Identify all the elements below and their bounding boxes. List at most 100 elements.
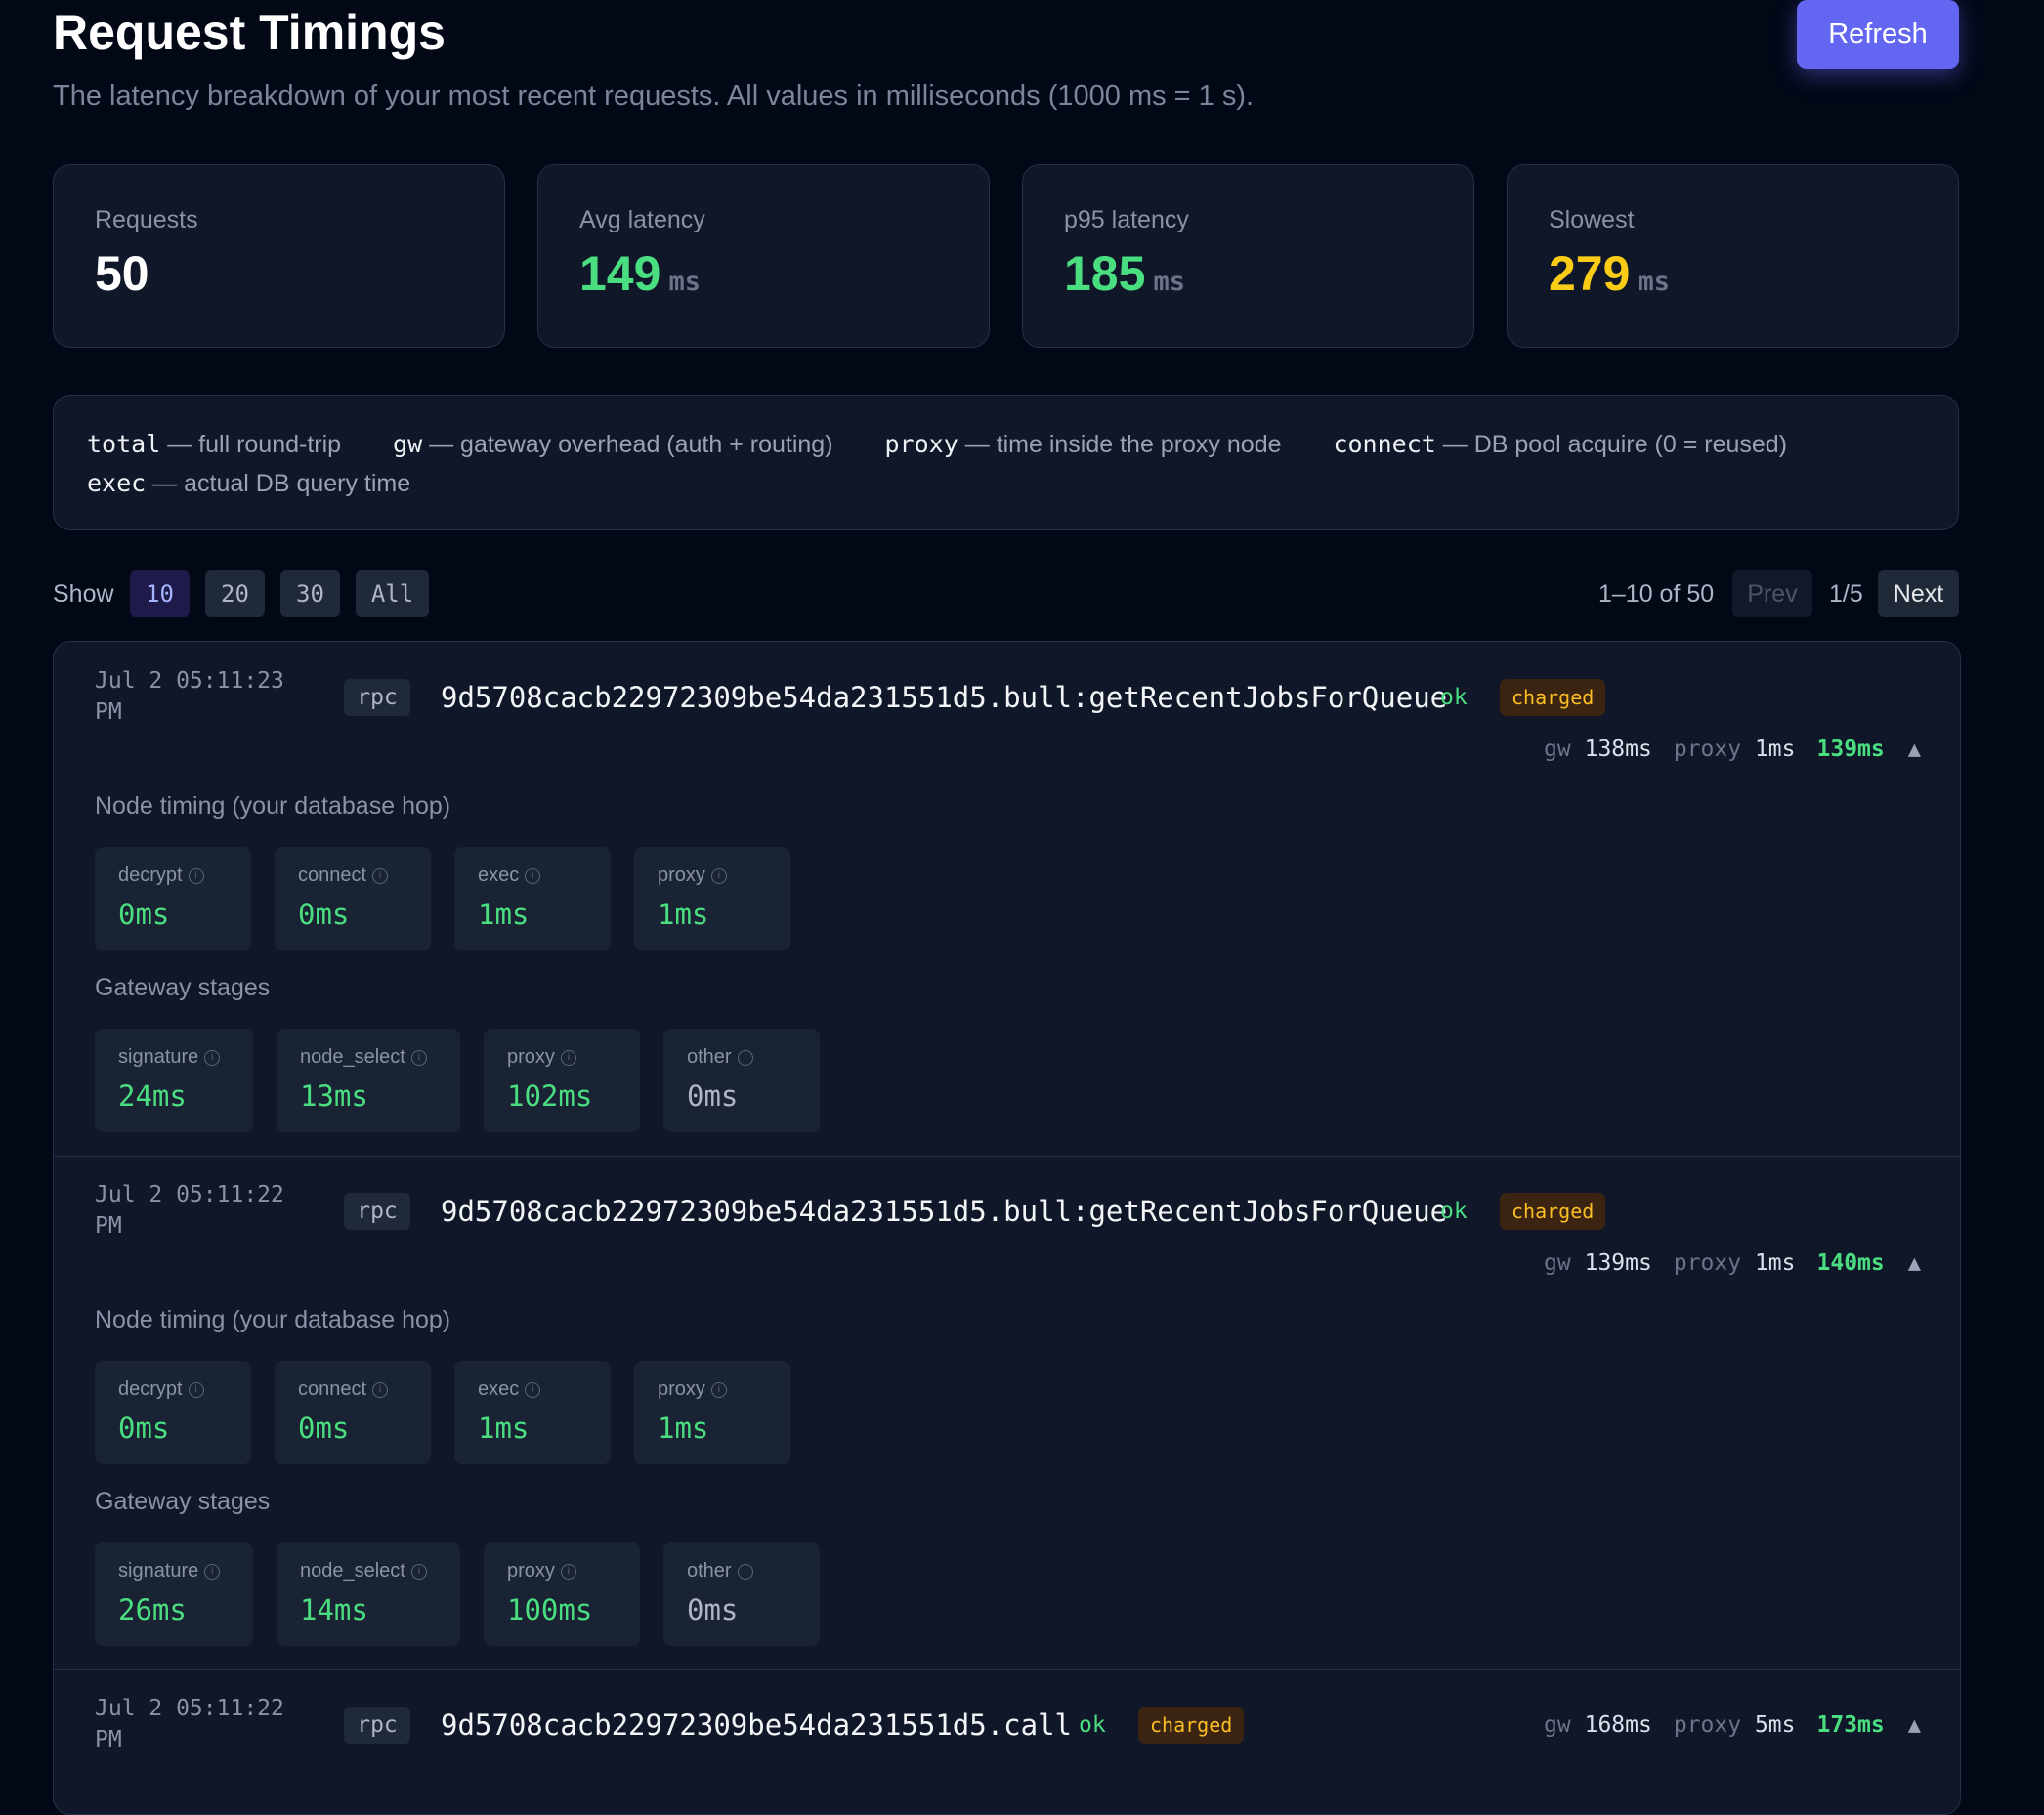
- info-icon[interactable]: i: [737, 1563, 753, 1580]
- timing-tile-decrypt: decrypt i 0ms: [95, 1361, 251, 1464]
- stat-label: p95 latency: [1064, 206, 1189, 233]
- page-title: Request Timings: [53, 5, 446, 60]
- legend-item-exec: exec — actual DB query time: [87, 469, 411, 497]
- timing-tile-exec: exec i 1ms: [454, 847, 611, 950]
- node-timing-title: Node timing (your database hop): [95, 1306, 451, 1333]
- stats-row: Requests 50 Avg latency 149 ms p95 latenc…: [53, 164, 1959, 348]
- timing-tile-connect: connect i 0ms: [275, 847, 431, 950]
- timing-tile-proxy: proxy i 1ms: [634, 1361, 790, 1464]
- info-icon[interactable]: i: [737, 1049, 753, 1066]
- stage-tile-other: other i 0ms: [663, 1542, 820, 1646]
- info-icon[interactable]: i: [710, 867, 727, 884]
- stat-value: 50: [95, 246, 149, 301]
- stat-value: 149 ms: [579, 246, 701, 301]
- info-icon[interactable]: i: [525, 1381, 541, 1398]
- refresh-button[interactable]: Refresh: [1797, 0, 1959, 69]
- show-label: Show: [53, 580, 114, 608]
- page-indicator: 1/5: [1829, 580, 1863, 608]
- request-row[interactable]: Jul 2 05:11:22 PM rpc 9d5708cacb22972309b…: [54, 1669, 1960, 1814]
- request-timestamp: Jul 2 05:11:22 PM: [95, 1696, 284, 1752]
- chevron-up-icon[interactable]: ▲: [1908, 1713, 1921, 1738]
- request-total: 140ms: [1816, 1250, 1885, 1276]
- stage-tile-signature: signature i 26ms: [95, 1542, 253, 1646]
- next-page-button[interactable]: Next: [1878, 570, 1959, 617]
- status-ok: ok: [1440, 1199, 1468, 1224]
- status-ok: ok: [1079, 1712, 1106, 1738]
- request-target: 9d5708cacb22972309be54da231551d5.bull:ge…: [441, 1195, 1448, 1228]
- prev-page-button[interactable]: Prev: [1732, 570, 1812, 617]
- info-icon[interactable]: i: [188, 867, 204, 884]
- request-kind-badge: rpc: [344, 1193, 410, 1230]
- info-icon[interactable]: i: [204, 1563, 221, 1580]
- timing-tile-exec: exec i 1ms: [454, 1361, 611, 1464]
- request-kind-badge: rpc: [344, 679, 410, 716]
- node-timing-tiles: decrypt i 0ms connect i 0ms exec i 1ms proxy i 1…: [95, 1361, 790, 1464]
- timing-tile-decrypt: decrypt i 0ms: [95, 847, 251, 950]
- stat-value: 185 ms: [1064, 246, 1185, 301]
- page-size-all-button[interactable]: All: [356, 570, 429, 617]
- info-icon[interactable]: i: [560, 1563, 576, 1580]
- stat-card-requests: Requests 50: [53, 164, 505, 348]
- stat-value: 279 ms: [1549, 246, 1670, 301]
- request-list: Jul 2 05:11:23 PM rpc 9d5708cacb22972309b…: [53, 641, 1961, 1815]
- request-row[interactable]: Jul 2 05:11:22 PM rpc 9d5708cacb22972309b…: [54, 1156, 1960, 1670]
- info-icon[interactable]: i: [525, 867, 541, 884]
- request-timestamp: Jul 2 05:11:23 PM: [95, 668, 284, 725]
- list-toolbar: Show 10 20 30 All 1–10 of 50 Prev 1/5 Ne…: [53, 570, 1959, 617]
- page-size-30-button[interactable]: 30: [280, 570, 340, 617]
- request-total: 173ms: [1816, 1712, 1885, 1738]
- info-icon[interactable]: i: [410, 1563, 427, 1580]
- info-icon[interactable]: i: [204, 1049, 221, 1066]
- info-icon[interactable]: i: [372, 1381, 389, 1398]
- node-timing-tiles: decrypt i 0ms connect i 0ms exec i 1ms proxy i 1…: [95, 847, 790, 950]
- gateway-stage-tiles: signature i 24ms node_select i 13ms proxy i 10…: [95, 1029, 820, 1132]
- info-icon[interactable]: i: [560, 1049, 576, 1066]
- chevron-up-icon[interactable]: ▲: [1908, 1251, 1921, 1276]
- request-metrics: gw 138ms proxy 1ms 139ms ▲: [1544, 737, 1921, 762]
- request-target: 9d5708cacb22972309be54da231551d5.call: [441, 1709, 1073, 1742]
- request-timestamp: Jul 2 05:11:22 PM: [95, 1182, 284, 1239]
- legend-item-connect: connect — DB pool acquire (0 = reused): [1333, 430, 1788, 458]
- request-kind-badge: rpc: [344, 1707, 410, 1744]
- info-icon[interactable]: i: [188, 1381, 204, 1398]
- stat-label: Requests: [95, 206, 198, 233]
- stage-tile-proxy: proxy i 102ms: [484, 1029, 640, 1132]
- info-icon[interactable]: i: [410, 1049, 427, 1066]
- page-range-text: 1–10 of 50: [1598, 580, 1715, 608]
- stage-tile-node-select: node_select i 14ms: [277, 1542, 460, 1646]
- charged-badge: charged: [1500, 1193, 1606, 1230]
- page-size-20-button[interactable]: 20: [205, 570, 265, 617]
- request-metrics: gw 139ms proxy 1ms 140ms ▲: [1544, 1250, 1921, 1276]
- request-total: 139ms: [1816, 737, 1885, 762]
- stat-unit: ms: [1153, 267, 1185, 297]
- node-timing-title: Node timing (your database hop): [95, 792, 451, 820]
- page-size-10-button[interactable]: 10: [130, 570, 190, 617]
- stage-tile-other: other i 0ms: [663, 1029, 820, 1132]
- stat-card-avg-latency: Avg latency 149 ms: [537, 164, 990, 348]
- stage-tile-node-select: node_select i 13ms: [277, 1029, 460, 1132]
- stage-tile-proxy: proxy i 100ms: [484, 1542, 640, 1646]
- gateway-stages-title: Gateway stages: [95, 974, 271, 1001]
- page-subtitle: The latency breakdown of your most recen…: [53, 80, 1255, 111]
- timing-tile-connect: connect i 0ms: [275, 1361, 431, 1464]
- request-metrics: gw 168ms proxy 5ms 173ms ▲: [1544, 1712, 1921, 1738]
- info-icon[interactable]: i: [372, 867, 389, 884]
- stage-tile-signature: signature i 24ms: [95, 1029, 253, 1132]
- request-row[interactable]: Jul 2 05:11:23 PM rpc 9d5708cacb22972309b…: [54, 642, 1960, 1157]
- legend-item-gw: gw — gateway overhead (auth + routing): [393, 430, 833, 458]
- legend-item-proxy: proxy — time inside the proxy node: [884, 430, 1282, 458]
- info-icon[interactable]: i: [710, 1381, 727, 1398]
- charged-badge: charged: [1500, 679, 1606, 716]
- metrics-legend: total — full round-trip gw — gateway ove…: [53, 395, 1959, 530]
- stat-card-slowest: Slowest 279 ms: [1507, 164, 1959, 348]
- stat-label: Avg latency: [579, 206, 705, 233]
- chevron-up-icon[interactable]: ▲: [1908, 738, 1921, 762]
- gateway-stage-tiles: signature i 26ms node_select i 14ms proxy i 10…: [95, 1542, 820, 1646]
- timing-tile-proxy: proxy i 1ms: [634, 847, 790, 950]
- status-ok: ok: [1440, 685, 1468, 710]
- stat-unit: ms: [1638, 267, 1670, 297]
- charged-badge: charged: [1138, 1707, 1245, 1744]
- stat-card-p95-latency: p95 latency 185 ms: [1022, 164, 1474, 348]
- gateway-stages-title: Gateway stages: [95, 1488, 271, 1515]
- stat-unit: ms: [668, 267, 701, 297]
